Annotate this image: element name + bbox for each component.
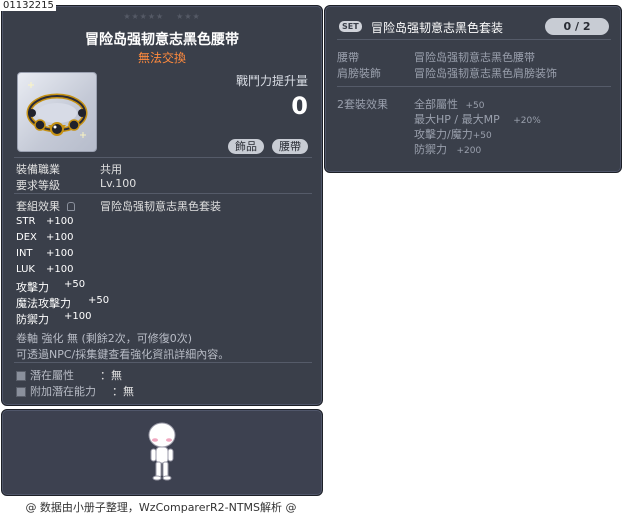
set-count: 0 / 2 <box>545 18 609 35</box>
avatar-icon <box>148 422 176 481</box>
potential-value: ：無 <box>100 369 122 382</box>
stat-row: 攻擊力 +50 <box>16 279 85 295</box>
set-effect-name: 防禦力 <box>414 143 447 156</box>
stat-row: LUK +100 <box>16 264 73 275</box>
job-label: 裝備職業 <box>16 163 60 176</box>
stat-label: 防禦力 <box>16 313 49 326</box>
item-tooltip-panel: ★★★★★ ★★★ 冒险岛强韧意志黑色腰带 無法交換 戰鬥力提升量 0 飾品 腰帶… <box>1 5 323 406</box>
add-potential-label: 附加潛在能力 <box>30 385 96 398</box>
set-piece-name: 冒险岛强韧意志黑色腰带 <box>414 51 535 64</box>
divider <box>14 362 312 363</box>
level-label: 要求等級 <box>16 179 60 192</box>
stat-row: STR +100 <box>16 216 73 227</box>
level-value: Lv.100 <box>100 177 137 190</box>
trade-status: 無法交換 <box>137 51 186 65</box>
set-effect-name: 攻擊力/魔力 <box>414 128 473 141</box>
square-bullet-icon <box>16 387 26 397</box>
set-piece-slot: 肩膀裝飾 <box>337 67 381 80</box>
stat-row: INT +100 <box>16 248 73 259</box>
set-effect-row: 防禦力 +200 <box>414 141 481 157</box>
set-effect-row: 全部屬性 +50 <box>414 96 485 112</box>
set-piece-slot: 腰帶 <box>337 51 359 64</box>
set-effect-value: +20% <box>513 116 541 126</box>
set-badge: SET <box>339 21 362 32</box>
avatar-preview-panel <box>1 409 323 496</box>
item-title: 冒险岛强韧意志黑色腰带 <box>85 32 239 48</box>
power-label: 戰鬥力提升量 <box>235 74 308 88</box>
stat-label: 攻擊力 <box>16 281 49 294</box>
stat-value: +100 <box>46 216 74 227</box>
stat-value: +100 <box>46 232 74 243</box>
stat-label: STR <box>16 216 36 227</box>
enhance-hint: 可透過NPC/採集鍵查看強化資訊詳細內容。 <box>16 348 230 361</box>
stat-value: +50 <box>64 279 86 290</box>
set-effect-value: +50 <box>465 101 485 111</box>
stat-label: INT <box>16 248 33 259</box>
stat-row: 魔法攻擊力 +50 <box>16 295 109 311</box>
star-icon: ★★★★★ <box>123 12 165 21</box>
set-name: 冒险岛强韧意志黑色套装 <box>100 200 221 213</box>
lock-icon <box>66 202 75 211</box>
stat-label: LUK <box>16 264 35 275</box>
divider <box>14 157 312 158</box>
set-effect-row: 套組效果 冒险岛强韧意志黑色套装 <box>16 198 221 214</box>
footer-credit: @ 数据由小册子整理，WzComparerR2-NTMS解析 @ <box>25 501 297 514</box>
enhance-line: 卷軸 強化 無 (剩餘2次，可修復0次) <box>16 332 193 345</box>
stat-row: DEX +100 <box>16 232 73 243</box>
potential-row: 潛在屬性 ：無 <box>16 367 122 383</box>
stat-value: +50 <box>88 295 110 306</box>
set-effect-label: 套組效果 <box>16 200 60 213</box>
category-tag-accessory: 飾品 <box>228 139 264 154</box>
stat-row: 防禦力 +100 <box>16 311 91 327</box>
set-effect-row: 攻擊力/魔力+50 <box>414 126 492 142</box>
stat-label: 魔法攻擊力 <box>16 297 71 310</box>
set-effect-row: 最大HP / 最大MP +20% <box>414 111 541 127</box>
set-effect-name: 最大HP / 最大MP <box>414 113 500 126</box>
star-icon: ★★★ <box>176 12 201 21</box>
item-icon-frame <box>17 72 97 152</box>
set-effect-name: 全部屬性 <box>414 98 458 111</box>
potential-label: 潛在屬性 <box>30 369 74 382</box>
stat-label: DEX <box>16 232 37 243</box>
stat-value: +100 <box>64 311 92 322</box>
set-effect-value: +200 <box>456 146 482 156</box>
set-title: 冒险岛强韧意志黑色套装 <box>371 21 504 35</box>
job-value: 共用 <box>100 163 122 176</box>
set-effect-value: +50 <box>472 131 492 141</box>
divider <box>337 86 611 87</box>
divider <box>14 193 312 194</box>
square-bullet-icon <box>16 371 26 381</box>
item-id: 01132215 <box>1 0 56 11</box>
star-force-icons: ★★★★★ ★★★ <box>2 12 322 21</box>
set-tooltip-panel: SET 冒险岛强韧意志黑色套装 0 / 2 腰帶 冒险岛强韧意志黑色腰带 肩膀裝… <box>324 5 622 173</box>
add-potential-row: 附加潛在能力 ：無 <box>16 383 134 399</box>
set-effect-label: 2套裝效果 <box>337 98 388 111</box>
add-potential-value: ：無 <box>112 385 134 398</box>
divider <box>337 39 611 40</box>
job-row: 裝備職業 共用 <box>16 161 122 177</box>
stat-value: +100 <box>46 248 74 259</box>
belt-icon <box>26 82 88 138</box>
power-value: 0 <box>291 92 308 120</box>
stat-value: +100 <box>46 264 74 275</box>
set-piece-name: 冒险岛强韧意志黑色肩膀装饰 <box>414 67 557 80</box>
category-tag-belt: 腰帶 <box>272 139 308 154</box>
level-row: 要求等級 Lv.100 <box>16 177 136 193</box>
